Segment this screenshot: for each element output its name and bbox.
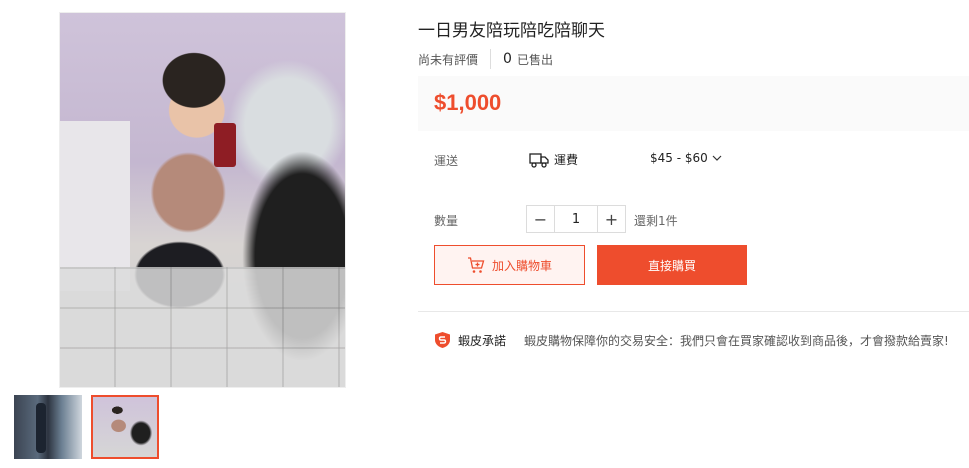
photo-background-bed [60, 121, 130, 291]
main-product-image[interactable] [59, 12, 346, 388]
cart-plus-icon [467, 256, 485, 273]
add-to-cart-button[interactable]: 加入購物車 [434, 245, 585, 285]
add-to-cart-label: 加入購物車 [491, 258, 552, 273]
shield-icon [435, 332, 450, 348]
rating-text: 尚未有評價 [418, 52, 479, 67]
quantity-label: 數量 [434, 214, 459, 228]
shopee-guarantee: 蝦皮承諾 蝦皮購物保障你的交易安全：我們只會在買家確認收到商品後，才會撥款給賣家… [434, 331, 949, 349]
quantity-input[interactable]: 1 [554, 206, 598, 232]
buy-now-button[interactable]: 直接購買 [597, 245, 747, 285]
thumbnail-1[interactable] [14, 395, 82, 459]
stock-remaining: 還剩1件 [634, 214, 678, 228]
shipping-fee-range: $45 - $60 [650, 151, 708, 165]
product-price: $1,000 [434, 90, 502, 115]
divider [490, 49, 492, 69]
product-title: 一日男友陪玩陪吃陪聊天 [418, 21, 605, 41]
quantity-stepper: − 1 + [526, 205, 626, 233]
guarantee-text: 蝦皮購物保障你的交易安全：我們只會在買家確認收到商品後，才會撥款給賣家! [524, 333, 949, 348]
truck-icon [529, 152, 549, 168]
guarantee-title: 蝦皮承諾 [458, 333, 507, 348]
sold-label: 已售出 [516, 52, 553, 67]
chevron-down-icon [712, 155, 722, 161]
shipping-fee-dropdown[interactable]: $45 - $60 [650, 151, 722, 165]
quantity-decrease-button[interactable]: − [527, 206, 554, 232]
divider-line [418, 311, 969, 312]
photo-floor-tiles [60, 267, 345, 387]
price-section: $1,000 [418, 76, 969, 131]
photo-phone [214, 123, 236, 167]
thumbnail-2-selected[interactable] [91, 395, 159, 459]
shipping-fee: 運費 [529, 151, 578, 168]
quantity-increase-button[interactable]: + [598, 206, 625, 232]
rating-row: 尚未有評價 0 已售出 [418, 49, 553, 69]
shipping-fee-label: 運費 [554, 153, 579, 167]
shipping-label: 運送 [434, 154, 459, 168]
sold-count: 0 [503, 51, 512, 67]
